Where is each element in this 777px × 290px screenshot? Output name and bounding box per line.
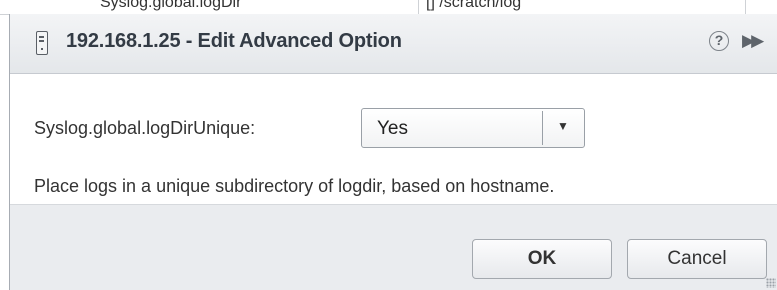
dialog-footer: OK Cancel — [10, 204, 777, 290]
background-table: Syslog.global.logDir [] /scratch/log — [0, 0, 777, 15]
resize-grip-icon[interactable] — [766, 278, 776, 288]
chevron-down-icon[interactable]: ▼ — [557, 119, 569, 133]
background-column-divider — [418, 0, 419, 14]
dialog-titlebar[interactable]: 192.168.1.25 - Edit Advanced Option ? ▶▶ — [10, 14, 777, 74]
dialog-body: Syslog.global.logDirUnique: Yes ▼ Place … — [10, 74, 777, 204]
selected-value: Yes — [377, 118, 408, 139]
help-icon[interactable]: ? — [709, 31, 729, 51]
option-label: Syslog.global.logDirUnique: — [34, 118, 256, 138]
edit-advanced-option-dialog: 192.168.1.25 - Edit Advanced Option ? ▶▶… — [9, 14, 777, 290]
option-value-select[interactable]: Yes ▼ — [361, 108, 585, 148]
background-column-divider — [745, 0, 746, 14]
screen: Syslog.global.logDir [] /scratch/log 192… — [0, 0, 777, 290]
expand-icon[interactable]: ▶▶ — [742, 31, 764, 51]
background-cell-value: [] /scratch/log — [426, 0, 522, 11]
ok-button[interactable]: OK — [472, 239, 612, 279]
host-icon — [36, 31, 48, 55]
cancel-button[interactable]: Cancel — [627, 239, 767, 279]
dialog-title: 192.168.1.25 - Edit Advanced Option — [66, 30, 402, 52]
background-cell-setting: Syslog.global.logDir — [100, 0, 242, 11]
select-divider — [542, 111, 543, 145]
option-description: Place logs in a unique subdirectory of l… — [34, 176, 555, 196]
